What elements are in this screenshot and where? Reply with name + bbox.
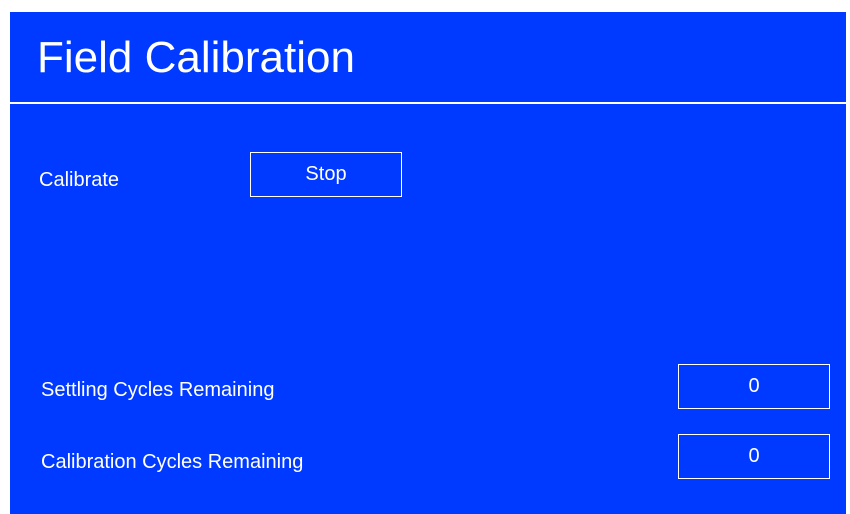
settling-cycles-label: Settling Cycles Remaining [41, 379, 275, 401]
header-bar: Field Calibration [10, 12, 846, 104]
page-title: Field Calibration [37, 33, 355, 82]
settling-cycles-field[interactable]: 0 [678, 364, 830, 409]
calibration-cycles-field[interactable]: 0 [678, 434, 830, 479]
stop-button[interactable]: Stop [250, 152, 402, 197]
calibration-cycles-label: Calibration Cycles Remaining [41, 451, 304, 473]
calibrate-label: Calibrate [39, 169, 120, 191]
calibration-screen: Field Calibration Calibrate Stop Settlin… [10, 12, 846, 514]
